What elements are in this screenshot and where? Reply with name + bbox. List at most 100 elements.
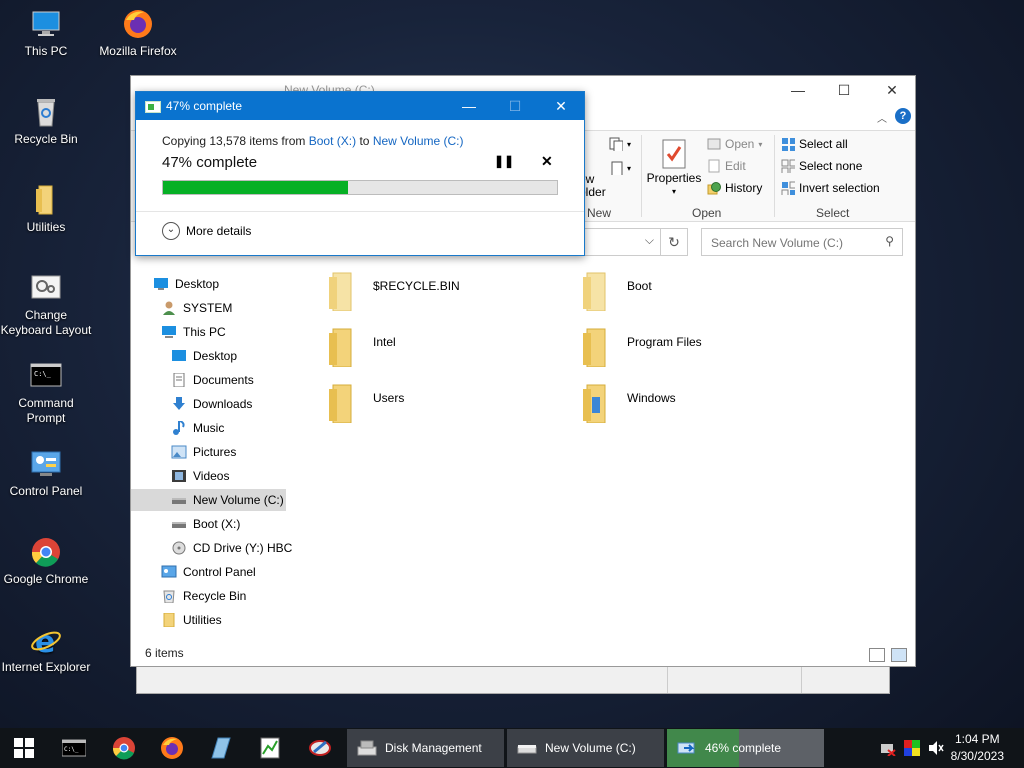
- nav-videos[interactable]: Videos: [171, 465, 229, 487]
- taskbar-task-disk-management[interactable]: Disk Management: [347, 729, 504, 767]
- details-view-icon[interactable]: [869, 648, 885, 662]
- more-details-button[interactable]: ⌄ More details: [162, 222, 251, 240]
- desktop-icon-control-panel[interactable]: Control Panel: [0, 448, 92, 499]
- edit-label: Edit: [725, 159, 746, 173]
- minimize-button[interactable]: —: [775, 76, 821, 104]
- status-bar: 6 items: [131, 642, 915, 666]
- folder-item[interactable]: Users: [313, 383, 563, 431]
- dialog-titlebar[interactable]: 47% complete — ☐ ✕: [136, 92, 584, 120]
- desktop-icon-internet-explorer[interactable]: e Internet Explorer: [0, 624, 92, 675]
- firefox-icon: [161, 737, 183, 759]
- nav-music[interactable]: Music: [171, 417, 224, 439]
- nav-utilities[interactable]: Utilities: [161, 609, 222, 631]
- copy-description: Copying 13,578 items from Boot (X:) to N…: [162, 134, 464, 148]
- recycle-bin-icon: [30, 96, 62, 128]
- desktop-icon-recycle-bin[interactable]: Recycle Bin: [0, 96, 92, 147]
- folder-label: Program Files: [627, 335, 702, 349]
- copy-progress-icon: [677, 742, 695, 754]
- taskbar-firefox[interactable]: [148, 728, 196, 768]
- folder-item[interactable]: Boot: [567, 271, 817, 319]
- taskbar-task-copy-progress[interactable]: 46% complete: [667, 729, 824, 767]
- maximize-button[interactable]: ☐: [821, 76, 867, 104]
- folder-item[interactable]: Windows: [567, 383, 817, 431]
- select-none-button[interactable]: Select none: [781, 159, 862, 173]
- address-dropdown[interactable]: ⌵: [583, 228, 661, 256]
- properties-button[interactable]: Properties ▾: [647, 139, 701, 196]
- start-button[interactable]: [0, 728, 48, 768]
- dropdown-caret-icon: ▾: [627, 139, 632, 149]
- copy-path-button[interactable]: ▾: [609, 137, 631, 151]
- page-icon: [611, 161, 623, 175]
- nav-desktop-root[interactable]: Desktop: [153, 273, 219, 295]
- nav-label: Downloads: [193, 397, 253, 411]
- nav-new-volume-c[interactable]: New Volume (C:): [131, 489, 286, 511]
- destination-link[interactable]: New Volume (C:): [373, 134, 464, 148]
- cancel-copy-button[interactable]: ✕: [541, 153, 553, 170]
- search-input[interactable]: [709, 231, 883, 255]
- desktop-icon-google-chrome[interactable]: Google Chrome: [0, 536, 92, 587]
- nav-boot-x[interactable]: Boot (X:): [171, 513, 240, 535]
- nav-desktop[interactable]: Desktop: [171, 345, 237, 367]
- taskbar-app-blue[interactable]: [196, 728, 244, 768]
- folder-icon: [30, 184, 62, 216]
- dialog-title: 47% complete: [166, 99, 243, 113]
- close-button[interactable]: ✕: [869, 76, 915, 104]
- background-window[interactable]: [136, 664, 890, 694]
- help-icon[interactable]: ?: [895, 108, 911, 124]
- column-divider: [667, 665, 668, 693]
- nav-label: Pictures: [193, 445, 237, 459]
- drive-icon: [517, 745, 537, 754]
- nav-documents[interactable]: Documents: [171, 369, 254, 391]
- history-button[interactable]: History: [707, 181, 762, 195]
- desktop-icon-label: Utilities: [26, 220, 66, 234]
- display-settings-icon[interactable]: [904, 740, 920, 756]
- refresh-button[interactable]: ↻: [660, 228, 688, 256]
- nav-control-panel[interactable]: Control Panel: [161, 561, 256, 583]
- invert-selection-icon: [781, 181, 795, 195]
- copy-progress-dialog[interactable]: 47% complete — ☐ ✕ Copying 13,578 items …: [135, 91, 585, 256]
- folder-item[interactable]: Program Files: [567, 327, 817, 375]
- nav-pictures[interactable]: Pictures: [171, 441, 236, 463]
- invert-selection-button[interactable]: Invert selection: [781, 181, 880, 195]
- pause-button[interactable]: ❚❚: [494, 154, 514, 168]
- nav-system[interactable]: SYSTEM: [161, 297, 232, 319]
- search-box[interactable]: ⚲: [701, 228, 903, 256]
- minimize-button[interactable]: —: [446, 92, 492, 120]
- chevron-up-icon[interactable]: ︿: [877, 110, 887, 125]
- select-all-button[interactable]: Select all: [781, 137, 848, 151]
- download-arrow-icon: [173, 397, 185, 410]
- network-icon[interactable]: [880, 740, 896, 756]
- drive-icon: [172, 498, 186, 504]
- source-link[interactable]: Boot (X:): [309, 134, 356, 148]
- system-clock[interactable]: 1:04 PM 8/30/2023: [951, 731, 1004, 765]
- close-button[interactable]: ✕: [538, 92, 584, 120]
- easy-access-button[interactable]: ▾: [609, 161, 631, 175]
- taskbar-task-new-volume[interactable]: New Volume (C:): [507, 729, 664, 767]
- taskbar-app-chart[interactable]: [246, 728, 294, 768]
- nav-this-pc[interactable]: This PC: [161, 321, 226, 343]
- desktop-icon-command-prompt[interactable]: C:\_ Command Prompt: [0, 360, 92, 426]
- maximize-button[interactable]: ☐: [492, 92, 538, 120]
- large-icons-view-icon[interactable]: [891, 648, 907, 662]
- ribbon-separator: [641, 135, 642, 217]
- pictures-icon: [171, 445, 187, 459]
- cd-drive-icon: [172, 541, 186, 555]
- nav-cd-drive-y[interactable]: CD Drive (Y:) HBC: [171, 537, 292, 559]
- copy-prefix: Copying 13,578 items from: [162, 134, 306, 148]
- edit-button[interactable]: Edit: [707, 159, 746, 173]
- desktop-icon-this-pc[interactable]: This PC: [0, 8, 92, 59]
- taskbar-chrome[interactable]: [100, 728, 148, 768]
- folder-item[interactable]: Intel: [313, 327, 563, 375]
- desktop-icon-firefox[interactable]: Mozilla Firefox: [92, 8, 184, 59]
- taskbar-command-prompt[interactable]: C:\_: [50, 728, 98, 768]
- desktop-icon-utilities[interactable]: Utilities: [0, 184, 92, 235]
- folder-item[interactable]: $RECYCLE.BIN: [313, 271, 563, 319]
- desktop-icon-change-keyboard-layout[interactable]: Change Keyboard Layout: [0, 272, 92, 338]
- copy-to-word: to: [359, 134, 370, 148]
- nav-recycle-bin[interactable]: Recycle Bin: [161, 585, 246, 607]
- open-button[interactable]: Open ▾: [707, 137, 762, 151]
- taskbar-app-tools[interactable]: [296, 728, 344, 768]
- volume-muted-icon[interactable]: [928, 740, 944, 756]
- task-label: 46% complete: [705, 741, 782, 755]
- nav-downloads[interactable]: Downloads: [171, 393, 252, 415]
